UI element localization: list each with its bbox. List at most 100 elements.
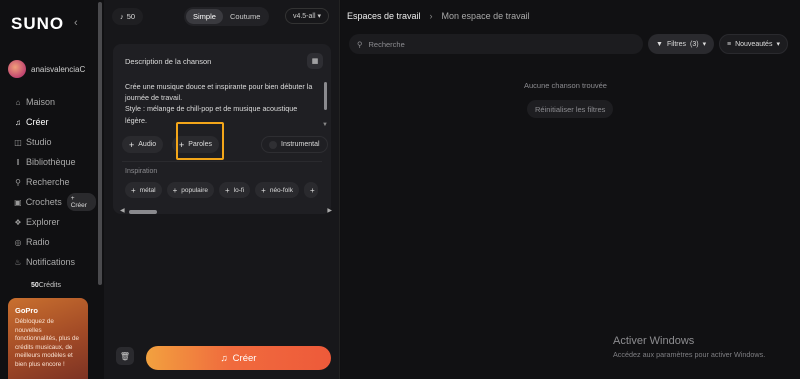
search-bar[interactable]: ⚲ (349, 34, 643, 54)
create-button[interactable]: ♫ Créer (146, 346, 331, 370)
description-scrollbar[interactable] (324, 82, 327, 110)
highlight-box (176, 122, 224, 160)
tag-label: néo-folk (269, 186, 293, 194)
tag-populaire[interactable]: + populaire (166, 182, 214, 198)
windows-activation-title: Activer Windows (613, 335, 695, 347)
breadcrumb-root[interactable]: Espaces de travail (347, 11, 421, 21)
model-version-select[interactable]: v4.5-all ▾ (284, 8, 329, 24)
create-hook-button[interactable]: + Créer (66, 193, 96, 211)
music-note-icon: ♪ (120, 11, 124, 21)
tag-label: lo-fi (233, 186, 245, 194)
avatar (8, 60, 26, 78)
radio-icon: ◎ (14, 237, 22, 247)
randomize-icon[interactable]: ▦ (307, 53, 323, 69)
home-icon: ⌂ (15, 97, 21, 107)
sort-label: Nouveautés (735, 40, 773, 48)
inspiration-tags: +métal +populaire +lo-fi +néo-folk +r (125, 182, 318, 198)
explore-icon: ❖ (14, 217, 22, 227)
sidebar-item-label: Radio (26, 237, 50, 247)
sidebar-item-notifications[interactable]: ♨ Notifications (12, 252, 96, 272)
collapse-sidebar-icon[interactable]: ‹ (74, 17, 78, 29)
bell-icon: ♨ (14, 257, 22, 267)
add-audio-button[interactable]: + Audio (122, 136, 164, 153)
toggle-knob (269, 140, 277, 149)
song-description-card: Description de la chanson ▦ Crée une mus… (113, 44, 332, 215)
instrumental-label: Instrumental (281, 141, 320, 148)
gopro-promo-card[interactable]: GoPro Débloquez de nouvelles fonctionnal… (8, 298, 88, 379)
credit-count: 50 (126, 11, 136, 21)
plus-icon: + (309, 185, 315, 195)
tags-horizontal-scrollbar[interactable]: ◀ ▶ (120, 207, 332, 215)
suno-logo[interactable]: SUNO (11, 14, 64, 34)
promo-text: Débloquez de nouvelles fonctionnalités, … (15, 318, 80, 368)
search-icon: ⚲ (15, 177, 21, 187)
card-header: Description de la chanson (125, 57, 212, 66)
sidebar-item-recherche[interactable]: ⚲ Recherche (12, 172, 96, 192)
credits-value: 50 (31, 282, 39, 289)
divider (122, 161, 322, 162)
sidebar-item-label: Bibliothèque (26, 157, 76, 167)
create-top-bar: ♪ 50 Simple Coutume v4.5-all ▾ (112, 6, 331, 26)
tag-metal[interactable]: + métal (125, 182, 162, 198)
breadcrumb-current[interactable]: Mon espace de travail (442, 11, 530, 21)
tag-partial[interactable]: +r (303, 182, 318, 198)
sidebar-item-bibliotheque[interactable]: ‖ Bibliothèque (12, 152, 96, 172)
filters-button[interactable]: ▼ Filtres (3) ▾ (648, 34, 715, 54)
sidebar-item-studio[interactable]: ◫ Studio (12, 132, 96, 152)
search-icon: ⚲ (357, 39, 363, 49)
song-description-input[interactable]: Crée une musique douce et inspirante pou… (125, 81, 317, 126)
sidebar-item-label: Crochets (25, 197, 62, 207)
search-input[interactable] (368, 39, 609, 49)
user-profile[interactable]: anaisvalenciaC (8, 60, 85, 78)
credits-counter: 50Crédits (31, 282, 61, 289)
breadcrumb: Espaces de travail › Mon espace de trava… (347, 11, 530, 21)
sidebar-item-maison[interactable]: ⌂ Maison (12, 92, 96, 112)
model-version-label: v4.5-all (292, 13, 316, 20)
sidebar-nav: ⌂ Maison ♫ Créer ◫ Studio ‖ Bibliothèque… (12, 92, 96, 272)
workspace-panel: Espaces de travail › Mon espace de trava… (341, 0, 800, 379)
sidebar-item-label: Recherche (26, 177, 70, 187)
sidebar-item-radio[interactable]: ◎ Radio (12, 232, 96, 252)
windows-activation-subtitle: Accédez aux paramètres pour activer Wind… (613, 350, 766, 359)
sidebar-item-label: Studio (26, 137, 52, 147)
scroll-right-arrow-icon[interactable]: ▶ (327, 207, 332, 214)
plus-icon: + (261, 185, 266, 195)
studio-icon: ◫ (14, 137, 22, 147)
sidebar-item-label: Notifications (26, 257, 76, 267)
tag-label: métal (139, 186, 156, 194)
sidebar: SUNO ‹ anaisvalenciaC ⌂ Maison ♫ Créer ◫… (0, 0, 96, 379)
sort-button[interactable]: ≡ Nouveautés ▾ (719, 34, 788, 54)
tag-label: populaire (181, 186, 208, 194)
sidebar-scrollbar[interactable] (98, 2, 102, 285)
tab-custom[interactable]: Coutume (223, 9, 267, 24)
sidebar-item-label: Créer (26, 117, 49, 127)
plus-icon: + (172, 185, 178, 195)
sidebar-item-crochets[interactable]: ▣ Crochets + Créer (12, 192, 96, 212)
trash-icon: 🗑 (119, 351, 131, 361)
inspiration-label: Inspiration (125, 168, 158, 175)
filters-count: (3) (690, 40, 699, 48)
scrollbar-thumb[interactable] (129, 210, 157, 214)
create-icon: ♫ (15, 117, 21, 127)
filter-icon: ▼ (656, 40, 663, 48)
sidebar-item-creer[interactable]: ♫ Créer (12, 112, 96, 132)
plus-icon: + (131, 185, 136, 195)
username: anaisvalenciaC (31, 64, 86, 74)
create-panel: ♪ 50 Simple Coutume v4.5-all ▾ Descripti… (104, 0, 340, 379)
music-note-icon: ♫ (220, 352, 228, 364)
plus-icon: + (225, 185, 230, 195)
credits-label: Crédits (38, 282, 61, 289)
clear-button[interactable]: 🗑 (116, 347, 134, 365)
tag-lofi[interactable]: + lo-fi (219, 182, 251, 198)
tag-neofolk[interactable]: + néo-folk (255, 182, 299, 198)
credit-chip: ♪ 50 (112, 7, 144, 25)
chevron-right-icon: › (429, 11, 433, 21)
hooks-icon: ▣ (14, 197, 22, 207)
chevron-down-icon: ▾ (776, 41, 780, 48)
tab-simple[interactable]: Simple (186, 8, 223, 24)
scroll-down-arrow-icon[interactable]: ▼ (322, 122, 328, 128)
instrumental-toggle[interactable]: Instrumental (261, 136, 328, 153)
reset-filters-button[interactable]: Réinitialiser les filtres (527, 100, 614, 118)
sidebar-item-explorer[interactable]: ❖ Explorer (12, 212, 96, 232)
scroll-left-arrow-icon[interactable]: ◀ (120, 207, 125, 214)
